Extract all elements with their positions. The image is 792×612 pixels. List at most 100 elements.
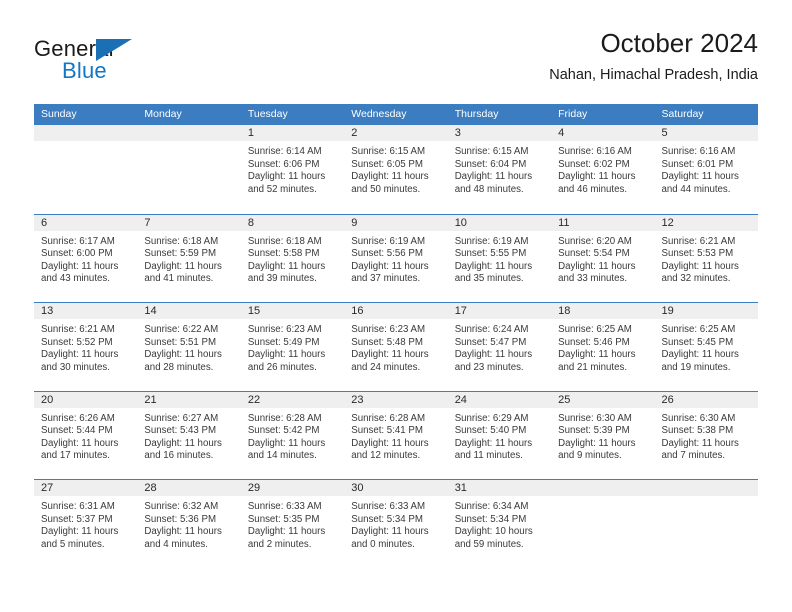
day-details: Sunrise: 6:20 AM Sunset: 5:54 PM Daylight:… [551, 231, 654, 286]
day-cell[interactable]: 8 Sunrise: 6:18 AM Sunset: 5:58 PM Daylight… [240, 214, 345, 302]
day-cell[interactable]: 17 Sunrise: 6:24 AM Sunset: 5:47 PM Dayligh… [447, 303, 552, 391]
daylight-text-line2: and 7 minutes. [661, 450, 726, 462]
sunset-text: Sunset: 5:56 PM [351, 248, 423, 260]
daylight-text-line1: Daylight: 11 hours [661, 437, 739, 449]
day-cell[interactable]: 24 Sunrise: 6:29 AM Sunset: 5:40 PM Dayligh… [447, 391, 552, 479]
sunset-text: Sunset: 5:48 PM [351, 336, 423, 348]
sunset-text: Sunset: 5:55 PM [454, 248, 527, 260]
day-cell[interactable]: 30 Sunrise: 6:33 AM Sunset: 5:34 PM Dayligh… [344, 480, 448, 568]
daylight-text-line2: and 11 minutes. [454, 450, 523, 462]
sunset-text: Sunset: 6:04 PM [454, 158, 527, 170]
sunset-text: Sunset: 5:58 PM [247, 248, 320, 260]
sunrise-text: Sunrise: 6:29 AM [454, 412, 529, 424]
sunset-text: Sunset: 5:37 PM [41, 513, 113, 525]
day-details: Sunrise: 6:32 AM Sunset: 5:36 PM Daylight:… [137, 496, 240, 551]
sunrise-text: Sunrise: 6:15 AM [454, 146, 529, 157]
sunrise-text: Sunrise: 6:14 AM [247, 146, 322, 157]
daylight-text-line2: and 39 minutes. [247, 273, 317, 285]
day-cell[interactable]: 6 Sunrise: 6:17 AM Sunset: 6:00 PM Daylight… [34, 214, 138, 302]
day-number: 2 [344, 125, 448, 141]
daylight-text-line1: Daylight: 11 hours [247, 349, 326, 361]
day-number: 8 [240, 214, 345, 231]
sunrise-text: Sunrise: 6:16 AM [558, 146, 632, 157]
day-cell[interactable]: 15 Sunrise: 6:23 AM Sunset: 5:49 PM Dayligh… [240, 303, 345, 391]
day-cell[interactable]: 18 Sunrise: 6:25 AM Sunset: 5:46 PM Dayligh… [551, 303, 655, 391]
day-details: Sunrise: 6:30 AM Sunset: 5:39 PM Daylight:… [551, 408, 654, 463]
daylight-text-line2: and 43 minutes. [41, 273, 110, 285]
day-number: 9 [344, 214, 448, 231]
sunset-text: Sunset: 5:47 PM [454, 336, 527, 348]
daylight-text-line1: Daylight: 11 hours [144, 260, 222, 272]
day-cell[interactable]: 26 Sunrise: 6:30 AM Sunset: 5:38 PM Dayligh… [654, 391, 758, 479]
sunrise-text: Sunrise: 6:17 AM [41, 235, 115, 247]
day-cell-empty [137, 125, 241, 214]
day-number: 16 [344, 303, 448, 319]
day-cell[interactable]: 1 Sunrise: 6:14 AM Sunset: 6:06 PM Daylight… [240, 125, 345, 214]
day-cell[interactable]: 10 Sunrise: 6:19 AM Sunset: 5:55 PM Dayligh… [447, 214, 552, 302]
day-cell[interactable]: 31 Sunrise: 6:34 AM Sunset: 5:34 PM Dayligh… [447, 480, 552, 568]
day-cell[interactable]: 25 Sunrise: 6:30 AM Sunset: 5:39 PM Dayligh… [551, 391, 655, 479]
day-cell[interactable]: 29 Sunrise: 6:33 AM Sunset: 5:35 PM Dayligh… [240, 480, 345, 568]
sunset-text: Sunset: 5:35 PM [247, 513, 320, 525]
day-number: 19 [654, 303, 758, 319]
day-cell[interactable]: 21 Sunrise: 6:27 AM Sunset: 5:43 PM Dayligh… [137, 391, 241, 479]
day-cell[interactable]: 11 Sunrise: 6:20 AM Sunset: 5:54 PM Dayligh… [551, 214, 655, 302]
day-cell[interactable]: 14 Sunrise: 6:22 AM Sunset: 5:51 PM Dayligh… [137, 303, 241, 391]
day-details: Sunrise: 6:30 AM Sunset: 5:38 PM Daylight:… [655, 408, 758, 463]
daylight-text-line1: Daylight: 11 hours [558, 260, 636, 272]
sunrise-text: Sunrise: 6:19 AM [454, 235, 529, 247]
day-cell[interactable]: 22 Sunrise: 6:28 AM Sunset: 5:42 PM Dayligh… [240, 391, 345, 479]
day-cell[interactable]: 19 Sunrise: 6:25 AM Sunset: 5:45 PM Dayligh… [654, 303, 758, 391]
calendar-week-row: 13 Sunrise: 6:21 AM Sunset: 5:52 PM Dayligh… [34, 302, 758, 391]
daylight-text-line2: and 16 minutes. [144, 450, 214, 462]
sunrise-text: Sunrise: 6:25 AM [661, 324, 736, 335]
sunrise-text: Sunrise: 6:15 AM [351, 146, 426, 157]
day-number [654, 480, 758, 496]
daylight-text-line1: Daylight: 11 hours [661, 349, 739, 361]
day-cell[interactable]: 20 Sunrise: 6:26 AM Sunset: 5:44 PM Dayligh… [34, 391, 138, 479]
daylight-text-line1: Daylight: 11 hours [454, 171, 533, 183]
day-cell[interactable]: 5 Sunrise: 6:16 AM Sunset: 6:01 PM Daylight… [654, 125, 758, 214]
day-cell[interactable]: 13 Sunrise: 6:21 AM Sunset: 5:52 PM Dayligh… [34, 303, 138, 391]
daylight-text-line2: and 14 minutes. [247, 450, 317, 462]
sunset-text: Sunset: 5:40 PM [454, 425, 527, 437]
daylight-text-line1: Daylight: 11 hours [247, 437, 326, 449]
day-cell[interactable]: 4 Sunrise: 6:16 AM Sunset: 6:02 PM Daylight… [551, 125, 655, 214]
sunrise-text: Sunrise: 6:22 AM [144, 324, 219, 335]
sunrise-text: Sunrise: 6:25 AM [558, 324, 632, 335]
sunset-text: Sunset: 5:52 PM [41, 336, 113, 348]
daylight-text-line1: Daylight: 11 hours [351, 437, 429, 449]
day-cell[interactable]: 2 Sunrise: 6:15 AM Sunset: 6:05 PM Daylight… [344, 125, 448, 214]
sunrise-text: Sunrise: 6:28 AM [351, 412, 426, 424]
day-cell[interactable]: 23 Sunrise: 6:28 AM Sunset: 5:41 PM Dayligh… [344, 391, 448, 479]
daylight-text-line2: and 23 minutes. [454, 361, 524, 373]
daylight-text-line2: and 26 minutes. [247, 361, 317, 373]
daylight-text-line2: and 19 minutes. [661, 361, 731, 373]
daylight-text-line1: Daylight: 11 hours [351, 260, 429, 272]
daylight-text-line1: Daylight: 11 hours [661, 171, 739, 183]
day-cell[interactable]: 9 Sunrise: 6:19 AM Sunset: 5:56 PM Daylight… [344, 214, 448, 302]
weekday-header-sunday: Sunday [41, 108, 77, 120]
day-details: Sunrise: 6:15 AM Sunset: 6:04 PM Daylight:… [448, 141, 551, 196]
daylight-text-line1: Daylight: 11 hours [454, 437, 533, 449]
sunset-text: Sunset: 5:36 PM [144, 513, 217, 525]
day-cell[interactable]: 7 Sunrise: 6:18 AM Sunset: 5:59 PM Daylight… [137, 214, 241, 302]
day-cell[interactable]: 27 Sunrise: 6:31 AM Sunset: 5:37 PM Dayligh… [34, 480, 138, 568]
calendar-week-row: 27 Sunrise: 6:31 AM Sunset: 5:37 PM Dayligh… [34, 479, 758, 568]
sunrise-text: Sunrise: 6:24 AM [454, 324, 529, 335]
day-cell[interactable]: 3 Sunrise: 6:15 AM Sunset: 6:04 PM Daylight… [447, 125, 552, 214]
daylight-text-line1: Daylight: 11 hours [247, 526, 326, 538]
sunset-text: Sunset: 5:43 PM [144, 425, 217, 437]
day-details: Sunrise: 6:27 AM Sunset: 5:43 PM Daylight:… [137, 408, 240, 463]
day-number: 15 [240, 303, 345, 319]
day-cell[interactable]: 16 Sunrise: 6:23 AM Sunset: 5:48 PM Dayligh… [344, 303, 448, 391]
day-cell[interactable]: 28 Sunrise: 6:32 AM Sunset: 5:36 PM Dayligh… [137, 480, 241, 568]
day-details: Sunrise: 6:22 AM Sunset: 5:51 PM Daylight:… [137, 319, 240, 374]
daylight-text-line2: and 4 minutes. [144, 538, 208, 550]
day-number: 21 [137, 391, 241, 408]
daylight-text-line1: Daylight: 11 hours [247, 260, 326, 272]
day-cell[interactable]: 12 Sunrise: 6:21 AM Sunset: 5:53 PM Dayligh… [654, 214, 758, 302]
day-details: Sunrise: 6:19 AM Sunset: 5:55 PM Daylight:… [448, 231, 551, 286]
day-number: 7 [137, 214, 241, 231]
day-details: Sunrise: 6:28 AM Sunset: 5:42 PM Daylight:… [241, 408, 344, 463]
